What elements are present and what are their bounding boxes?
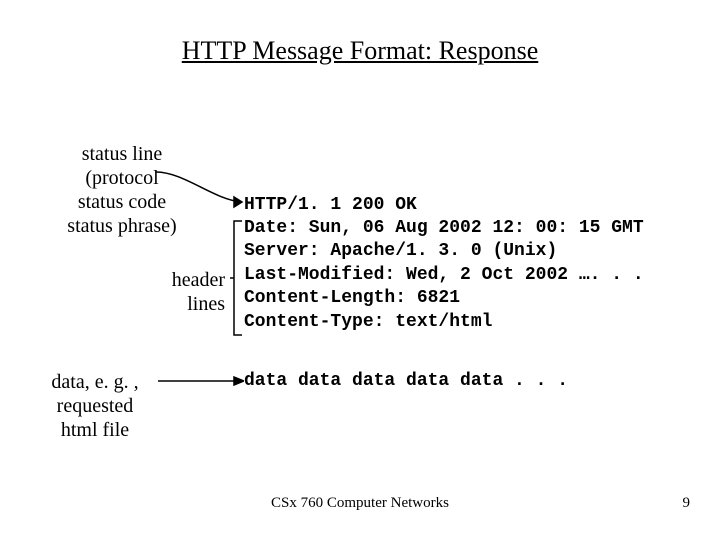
slide-title: HTTP Message Format: Response [0,36,720,66]
arrow-status-line [154,170,249,210]
http-headers-block: Date: Sun, 06 Aug 2002 12: 00: 15 GMT Se… [244,217,644,334]
label-header-lines: header lines [105,268,225,316]
http-body-block: data data data data data . . . [244,370,568,393]
footer-page-number: 9 [683,495,691,512]
label-data: data, e. g. , requested html file [30,370,160,442]
arrow-data [158,376,244,386]
bracket-header-lines [230,219,244,337]
http-status-line: HTTP/1. 1 200 OK [244,194,417,217]
footer-course: CSx 760 Computer Networks [0,495,720,512]
slide: HTTP Message Format: Response status lin… [0,0,720,540]
